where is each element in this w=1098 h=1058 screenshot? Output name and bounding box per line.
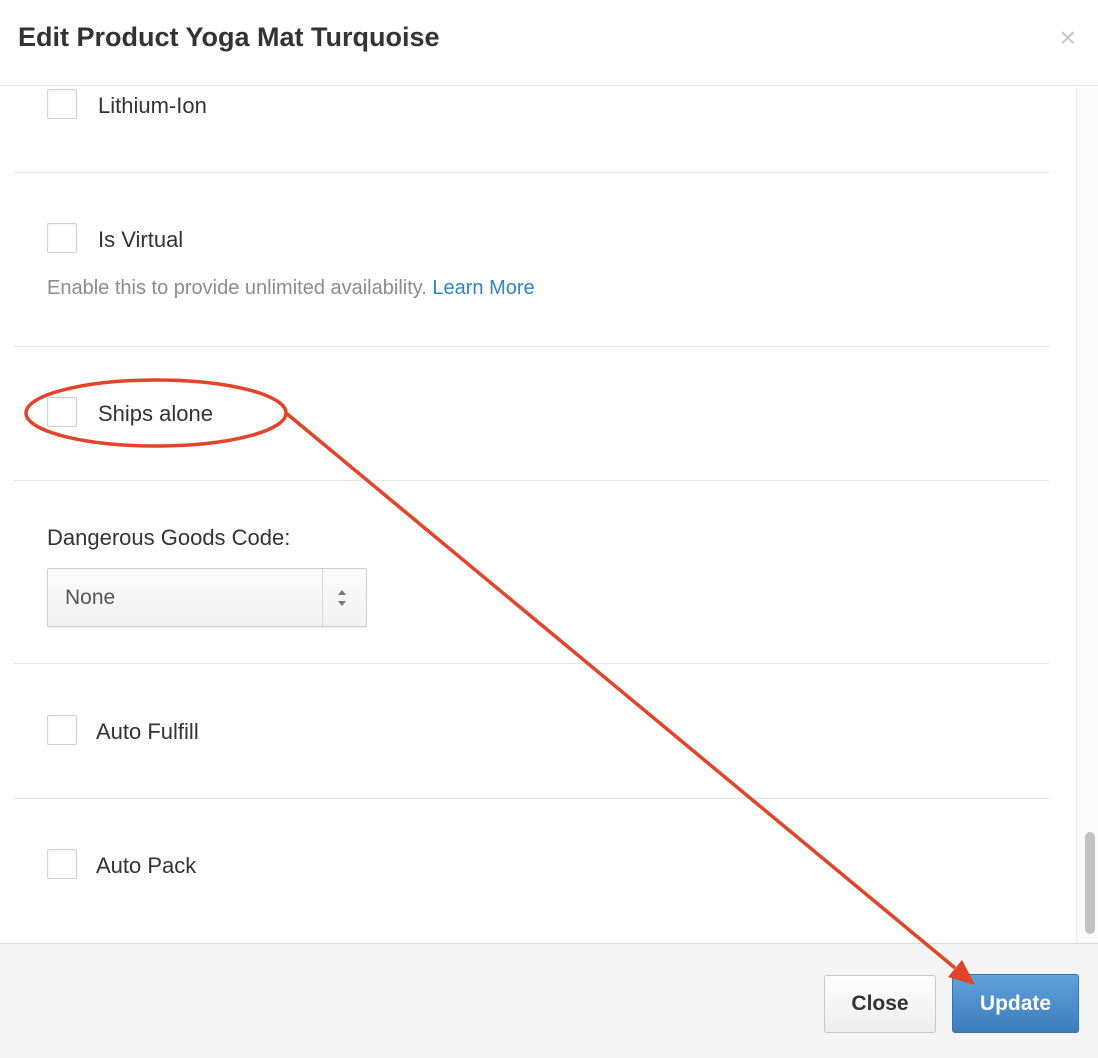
divider bbox=[14, 346, 1049, 347]
dialog-header: Edit Product Yoga Mat Turquoise × bbox=[0, 0, 1098, 86]
learn-more-link[interactable]: Learn More bbox=[432, 277, 534, 299]
auto-fulfill-checkbox[interactable] bbox=[47, 715, 77, 745]
lithium-ion-checkbox[interactable] bbox=[47, 89, 77, 119]
auto-pack-checkbox[interactable] bbox=[47, 849, 77, 879]
divider bbox=[14, 798, 1049, 799]
dangerous-goods-select[interactable]: None bbox=[47, 568, 367, 627]
close-icon[interactable]: × bbox=[1060, 24, 1076, 52]
lithium-ion-label: Lithium-Ion bbox=[98, 93, 207, 118]
ships-alone-checkbox[interactable] bbox=[47, 397, 77, 427]
auto-fulfill-label: Auto Fulfill bbox=[96, 719, 199, 744]
ships-alone-label: Ships alone bbox=[98, 401, 213, 426]
divider bbox=[14, 480, 1049, 481]
close-button[interactable]: Close bbox=[824, 975, 936, 1033]
is-virtual-checkbox[interactable] bbox=[47, 223, 77, 253]
dialog-body bbox=[0, 87, 1098, 943]
select-arrows-icon bbox=[338, 590, 346, 606]
scrollbar-thumb[interactable] bbox=[1085, 832, 1095, 934]
dangerous-goods-value: None bbox=[65, 586, 116, 609]
scrollbar-track[interactable] bbox=[1076, 87, 1098, 943]
divider bbox=[14, 663, 1049, 664]
select-separator bbox=[322, 569, 323, 626]
is-virtual-help-text: Enable this to provide unlimited availab… bbox=[47, 277, 427, 299]
is-virtual-help: Enable this to provide unlimited availab… bbox=[47, 277, 535, 300]
dialog-title: Edit Product Yoga Mat Turquoise bbox=[18, 22, 440, 52]
divider bbox=[14, 172, 1049, 173]
is-virtual-label: Is Virtual bbox=[98, 227, 184, 252]
dangerous-goods-label: Dangerous Goods Code: bbox=[47, 525, 291, 550]
auto-pack-label: Auto Pack bbox=[96, 853, 197, 878]
update-button[interactable]: Update bbox=[952, 974, 1079, 1033]
